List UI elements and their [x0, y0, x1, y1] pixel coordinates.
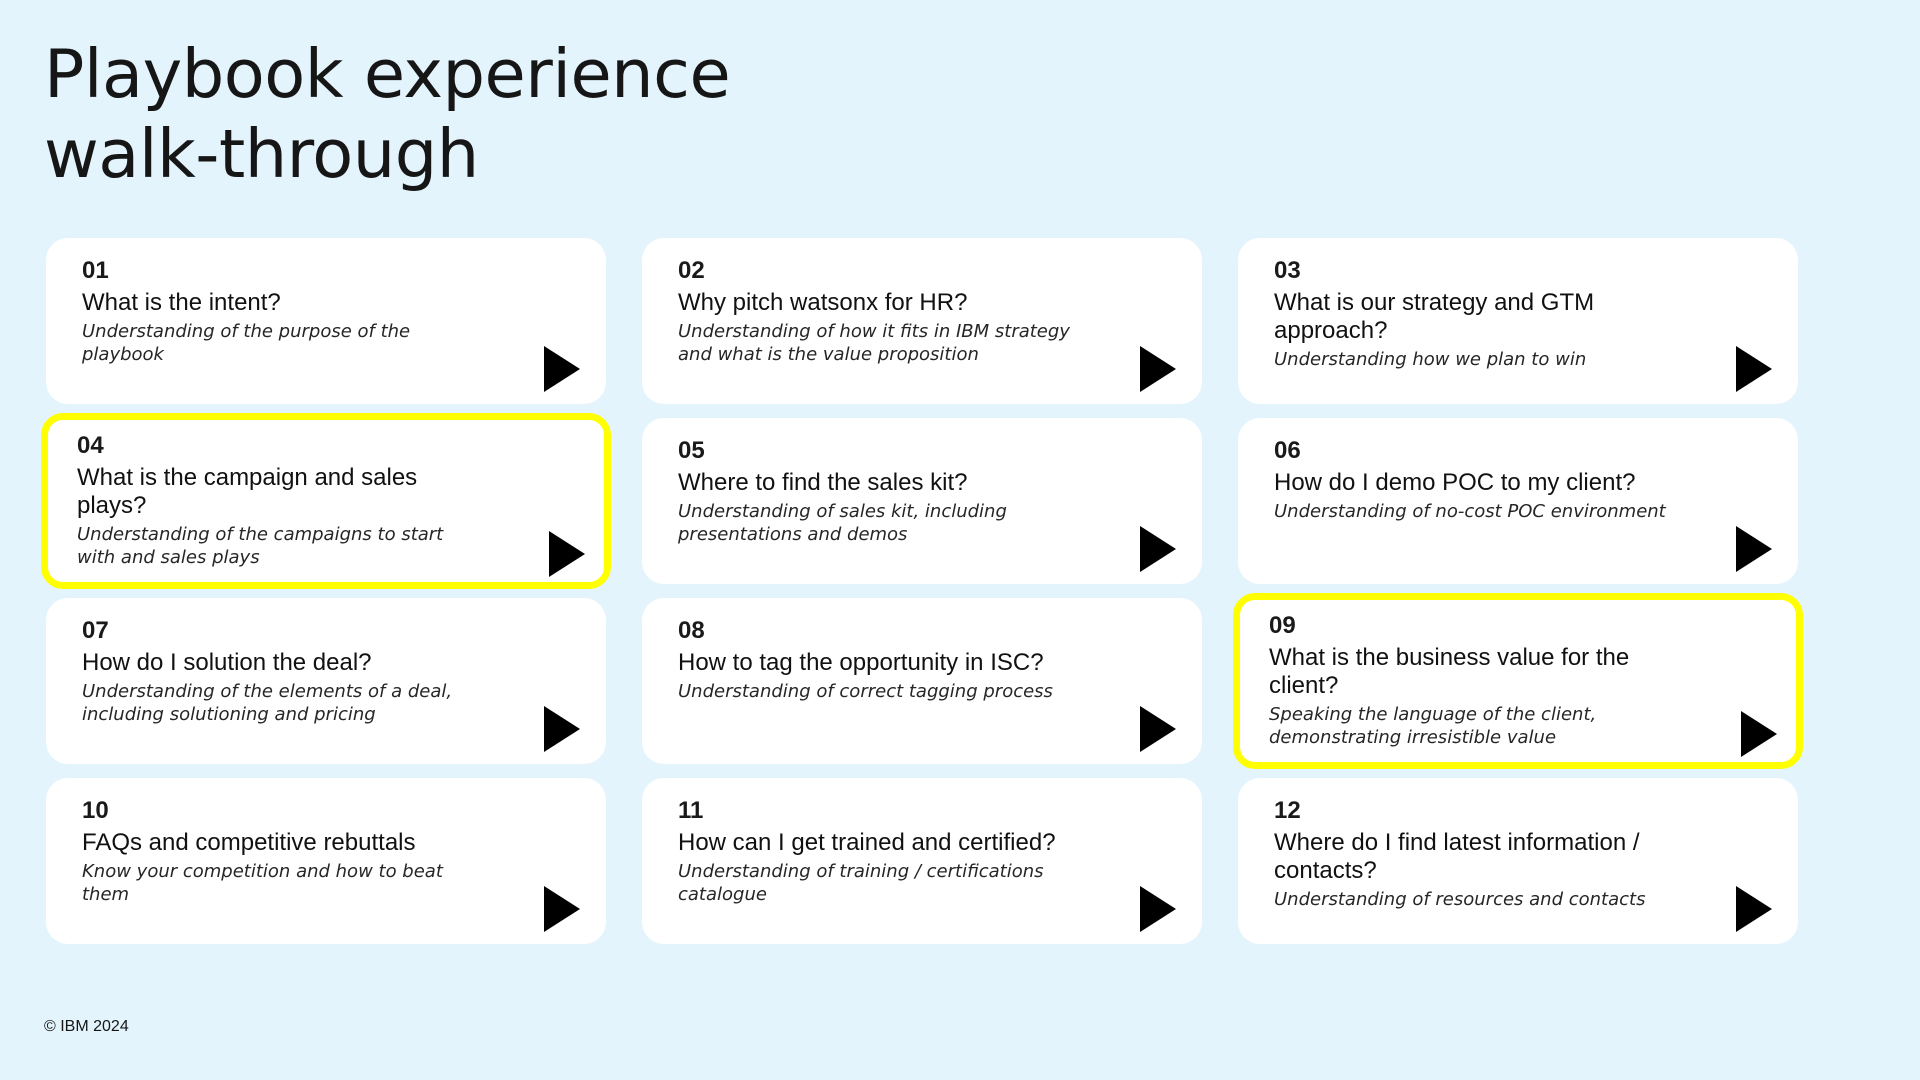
card-06[interactable]: 06 How do I demo POC to my client? Under… [1238, 418, 1798, 584]
card-07[interactable]: 07 How do I solution the deal? Understan… [46, 598, 606, 764]
page-title-line-1: Playbook experience [44, 35, 731, 113]
card-number: 01 [82, 257, 109, 284]
card-description: Understanding of correct tagging process [678, 681, 1053, 702]
card-question: How do I solution the deal? [82, 649, 372, 676]
card-grid: 01 What is the intent? Understanding of … [41, 238, 1803, 944]
page-title: Playbook experience walk-through [44, 34, 731, 194]
card-question: What is the intent? [82, 289, 281, 316]
card-number: 03 [1274, 257, 1301, 284]
play-icon[interactable] [544, 706, 580, 752]
play-icon[interactable] [544, 886, 580, 932]
card-description: Speaking the language of the client, dem… [1269, 704, 1597, 748]
card-number: 02 [678, 257, 705, 284]
card-09[interactable]: 09 What is the business value for the cl… [1233, 593, 1803, 769]
card-question: What is the business value for the clien… [1269, 644, 1630, 699]
card-description: Understanding how we plan to win [1274, 349, 1587, 370]
play-icon[interactable] [1736, 526, 1772, 572]
card-description: Understanding of the purpose of the play… [82, 321, 411, 365]
play-icon[interactable] [1736, 886, 1772, 932]
card-04[interactable]: 04 What is the campaign and sales plays?… [41, 413, 611, 589]
play-icon[interactable] [1140, 886, 1176, 932]
card-question: What is the campaign and sales plays? [77, 464, 418, 519]
card-description: Understanding of how it fits in IBM stra… [678, 321, 1070, 365]
card-number: 06 [1274, 437, 1301, 464]
card-12[interactable]: 12 Where do I find latest information / … [1238, 778, 1798, 944]
card-description: Understanding of the elements of a deal,… [82, 681, 453, 725]
play-icon[interactable] [1140, 706, 1176, 752]
card-description: Understanding of resources and contacts [1274, 889, 1646, 910]
card-08[interactable]: 08 How to tag the opportunity in ISC? Un… [642, 598, 1202, 764]
card-number: 09 [1269, 612, 1296, 639]
card-02[interactable]: 02 Why pitch watsonx for HR? Understandi… [642, 238, 1202, 404]
play-icon[interactable] [549, 531, 585, 577]
card-03[interactable]: 03 What is our strategy and GTM approach… [1238, 238, 1798, 404]
card-question: Why pitch watsonx for HR? [678, 289, 968, 316]
card-description: Understanding of sales kit, including pr… [678, 501, 1007, 545]
card-question: How to tag the opportunity in ISC? [678, 649, 1044, 676]
play-icon[interactable] [1736, 346, 1772, 392]
card-description: Understanding of no-cost POC environment [1274, 501, 1666, 522]
card-number: 11 [678, 797, 704, 824]
copyright-footer: © IBM 2024 [44, 1018, 129, 1035]
card-number: 12 [1274, 797, 1301, 824]
play-icon[interactable] [1140, 346, 1176, 392]
card-question: What is our strategy and GTM approach? [1274, 289, 1595, 344]
card-question: Where do I find latest information / con… [1274, 829, 1640, 884]
card-question: Where to find the sales kit? [678, 469, 968, 496]
card-number: 05 [678, 437, 705, 464]
card-number: 04 [77, 432, 104, 459]
card-11[interactable]: 11 How can I get trained and certified? … [642, 778, 1202, 944]
card-01[interactable]: 01 What is the intent? Understanding of … [46, 238, 606, 404]
card-05[interactable]: 05 Where to find the sales kit? Understa… [642, 418, 1202, 584]
card-question: FAQs and competitive rebuttals [82, 829, 416, 856]
card-description: Understanding of the campaigns to start … [77, 524, 444, 568]
card-description: Understanding of training / certificatio… [678, 861, 1044, 905]
play-icon[interactable] [544, 346, 580, 392]
play-icon[interactable] [1140, 526, 1176, 572]
card-number: 10 [82, 797, 109, 824]
card-number: 08 [678, 617, 705, 644]
play-icon[interactable] [1741, 711, 1777, 757]
card-number: 07 [82, 617, 109, 644]
card-question: How can I get trained and certified? [678, 829, 1056, 856]
page-title-line-2: walk-through [44, 115, 479, 193]
card-question: How do I demo POC to my client? [1274, 469, 1636, 496]
card-10[interactable]: 10 FAQs and competitive rebuttals Know y… [46, 778, 606, 944]
card-description: Know your competition and how to beat th… [82, 861, 443, 905]
